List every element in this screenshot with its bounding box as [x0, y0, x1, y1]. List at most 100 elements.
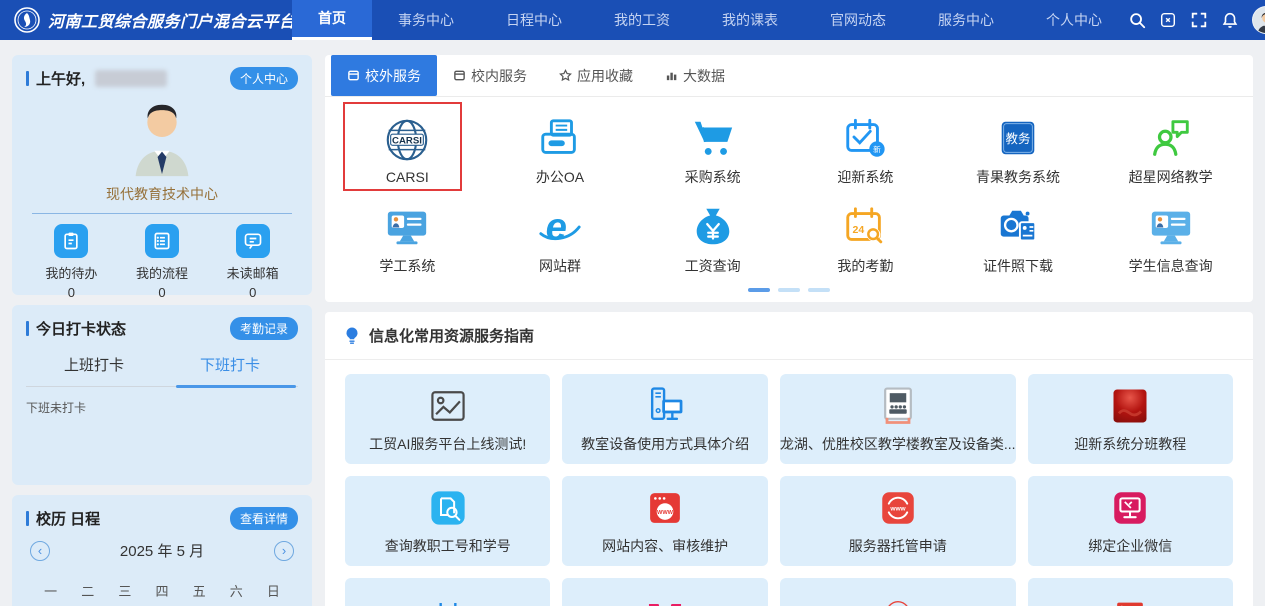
- stat-unread-mail[interactable]: 未读邮箱 0: [207, 224, 298, 300]
- calendar-month-nav: ‹ 2025 年 5 月 ›: [26, 540, 298, 561]
- user-avatar[interactable]: [1252, 6, 1265, 34]
- tab-underline: [26, 386, 298, 387]
- service-panel: 校外服务 校内服务 应用收藏 大数据: [325, 55, 1253, 302]
- app-procurement[interactable]: 采购系统: [636, 105, 789, 194]
- app-id-photo-download[interactable]: 证件照下载: [942, 194, 1095, 283]
- tab-clock-in[interactable]: 上班打卡: [26, 354, 162, 375]
- app-grid: CARSI CARSI 办公OA 采购系统: [325, 97, 1253, 283]
- app-my-attendance[interactable]: 24 我的考勤: [789, 194, 942, 283]
- personal-center-button[interactable]: 个人中心: [230, 67, 298, 90]
- guide-welcome-tutorial[interactable]: 迎新系统分班教程: [1028, 374, 1233, 464]
- camera-id-icon: [995, 201, 1041, 253]
- guide-server-card[interactable]: [1028, 578, 1233, 606]
- nav-affairs-center[interactable]: 事务中心: [372, 0, 480, 40]
- calendar-card: 校历 日程 查看详情 ‹ 2025 年 5 月 › 一 二 三 四 五 六 日: [12, 495, 312, 606]
- attendance-tabs: 上班打卡 下班打卡: [26, 354, 298, 375]
- tab-internal-services[interactable]: 校内服务: [437, 55, 543, 96]
- tab-clock-out[interactable]: 下班打卡: [162, 354, 298, 375]
- stat-my-process[interactable]: 我的流程 0: [117, 224, 208, 300]
- nav-schedule-center[interactable]: 日程中心: [480, 0, 588, 40]
- svg-text:CARSI: CARSI: [392, 135, 422, 146]
- title-bar-accent: [26, 511, 29, 526]
- nav-official-news[interactable]: 官网动态: [804, 0, 912, 40]
- stat-my-todo[interactable]: 我的待办 0: [26, 224, 117, 300]
- red-image-icon: [1108, 384, 1152, 428]
- message-icon: [236, 224, 270, 258]
- stats-row: 我的待办 0 我的流程 0 未读邮箱 0: [26, 224, 298, 300]
- nav-my-timetable[interactable]: 我的课表: [696, 0, 804, 40]
- carsi-globe-icon: CARSI: [382, 114, 432, 166]
- main-nav: 首页 事务中心 日程中心 我的工资 我的课表 官网动态 服务中心 个人中心: [292, 0, 1128, 40]
- monitor-id-icon: [384, 201, 430, 253]
- server-stack-icon: [1108, 598, 1152, 606]
- cart-icon: [690, 112, 736, 164]
- guide-website-maintenance[interactable]: WWW 网站内容、审核维护: [562, 476, 767, 566]
- redacted-username: [95, 70, 167, 87]
- next-month-icon[interactable]: ›: [274, 541, 294, 561]
- guide-classroom-equipment[interactable]: 教室设备使用方式具体介绍: [562, 374, 767, 464]
- clipboard-icon: [54, 224, 88, 258]
- logo[interactable]: 河南工贸综合服务门户混合云平台: [0, 7, 292, 33]
- logo-title: 河南工贸综合服务门户混合云平台: [48, 8, 296, 32]
- nav-my-salary[interactable]: 我的工资: [588, 0, 696, 40]
- calendar-title: 校历 日程: [36, 508, 100, 529]
- tab-app-favorites[interactable]: 应用收藏: [543, 55, 649, 96]
- app-chaoxing-teaching[interactable]: 超星网络教学: [1094, 105, 1247, 194]
- top-navbar: 河南工贸综合服务门户混合云平台 首页 事务中心 日程中心 我的工资 我的课表 官…: [0, 0, 1265, 40]
- website-red-icon: WWW: [644, 486, 686, 530]
- department-name: 现代教育技术中心: [26, 184, 298, 204]
- wifi-lock-icon: [876, 598, 920, 606]
- guide-wifi-card[interactable]: [780, 578, 1016, 606]
- nav-home[interactable]: 首页: [292, 0, 372, 40]
- left-sidebar: 上午好, 个人中心 现代教育技术中心 我的待办 0: [12, 55, 312, 606]
- prev-month-icon[interactable]: ‹: [30, 541, 50, 561]
- attendance-card: 今日打卡状态 考勤记录 上班打卡 下班打卡 下班未打卡: [12, 305, 312, 485]
- calendar-detail-button[interactable]: 查看详情: [230, 507, 298, 530]
- nav-personal-center[interactable]: 个人中心: [1020, 0, 1128, 40]
- app-qingguo-jiaowu[interactable]: 教务 青果教务系统: [942, 105, 1095, 194]
- title-bar-accent: [26, 71, 29, 86]
- guide-campus-classroom[interactable]: 龙湖、优胜校区教学楼教室及设备类...: [780, 374, 1016, 464]
- monitor-pink-icon: [1109, 486, 1151, 530]
- guide-ai-platform[interactable]: 工贸AI服务平台上线测试!: [345, 374, 550, 464]
- app-student-info-query[interactable]: 学生信息查询: [1094, 194, 1247, 283]
- www-circle-icon: www: [877, 486, 919, 530]
- image-chart-icon: [426, 384, 470, 428]
- bulb-icon: [343, 326, 361, 346]
- guide-server-hosting[interactable]: www 服务器托管申请: [780, 476, 1016, 566]
- doc-search-icon: [427, 486, 469, 530]
- guide-grid: 工贸AI服务平台上线测试! 教室设备使用方式具体介绍 龙湖、优胜校区教学楼教室及…: [325, 360, 1253, 606]
- profile-avatar: [26, 96, 298, 178]
- app-salary-query[interactable]: 工资查询: [636, 194, 789, 283]
- bell-icon[interactable]: [1221, 11, 1239, 29]
- calendar-check-icon: 新: [842, 112, 888, 164]
- app-office-oa[interactable]: 办公OA: [484, 105, 637, 194]
- service-tabs: 校外服务 校内服务 应用收藏 大数据: [325, 55, 1253, 97]
- app-carsi[interactable]: CARSI CARSI: [331, 105, 484, 194]
- calendar-24-icon: 24: [842, 201, 888, 253]
- app-xuegong-system[interactable]: 学工系统: [331, 194, 484, 283]
- guide-staff-id-query[interactable]: 查询教职工号和学号: [345, 476, 550, 566]
- guide-wechat-binding[interactable]: 绑定企业微信: [1028, 476, 1233, 566]
- guide-calendar-card[interactable]: [345, 578, 550, 606]
- monitor-id-light-icon: [1148, 201, 1194, 253]
- tab-big-data[interactable]: 大数据: [649, 55, 741, 96]
- tab-external-services[interactable]: 校外服务: [331, 55, 437, 96]
- search-icon[interactable]: [1128, 11, 1146, 29]
- window-icon[interactable]: [1159, 11, 1177, 29]
- pagination-dot[interactable]: [748, 288, 770, 292]
- app-website-group[interactable]: e 网站群: [484, 194, 637, 283]
- app-welcome-system[interactable]: 新 迎新系统: [789, 105, 942, 194]
- guide-panel: 信息化常用资源服务指南 工贸AI服务平台上线测试! 教室设备使用方式具体介绍: [325, 312, 1253, 606]
- school-logo-icon: [14, 7, 40, 33]
- nav-service-center[interactable]: 服务中心: [912, 0, 1020, 40]
- pagination-dot[interactable]: [808, 288, 830, 292]
- guide-face-card[interactable]: [562, 578, 767, 606]
- fullscreen-icon[interactable]: [1190, 11, 1208, 29]
- svg-text:新: 新: [873, 144, 881, 154]
- face-scan-icon: [643, 598, 687, 606]
- attendance-record-button[interactable]: 考勤记录: [230, 317, 298, 340]
- active-tab-indicator: [176, 385, 296, 388]
- pagination-dot[interactable]: [778, 288, 800, 292]
- title-bar-accent: [26, 321, 29, 336]
